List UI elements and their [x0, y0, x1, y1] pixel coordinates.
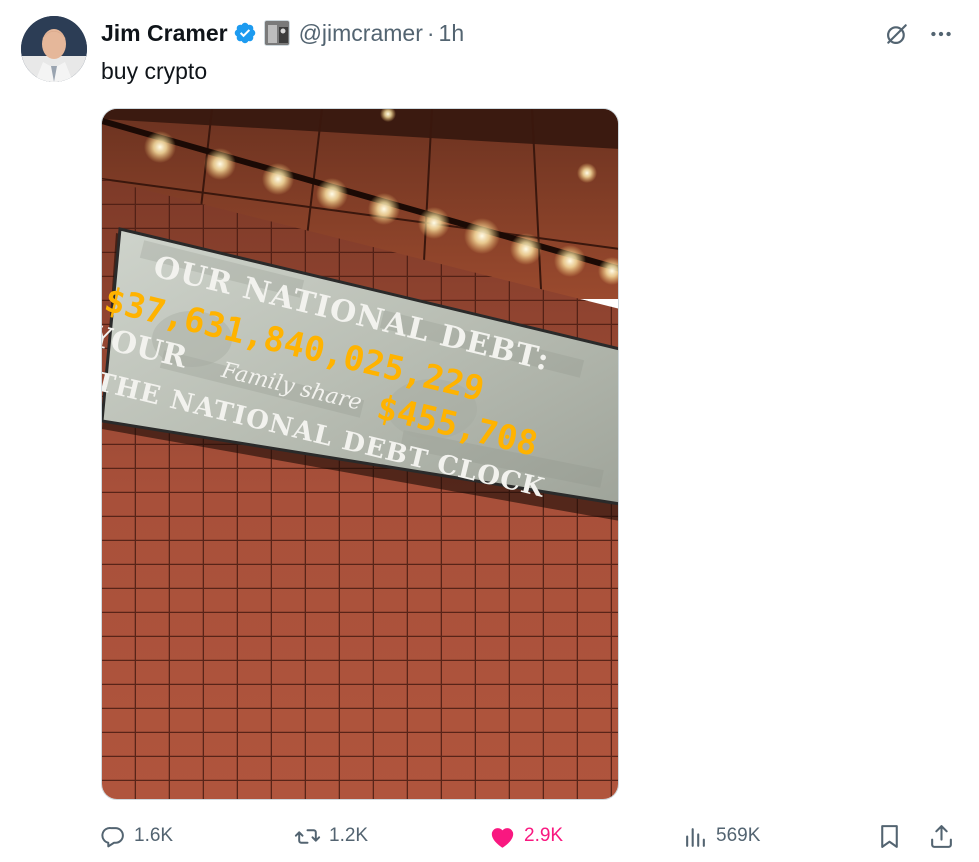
affiliation-logo-icon [264, 21, 289, 45]
reply-icon [101, 826, 124, 847]
more-icon [931, 31, 951, 37]
more-button[interactable] [922, 17, 960, 51]
bookmark-button[interactable] [877, 816, 910, 856]
views-button[interactable]: 569K [683, 816, 760, 856]
author-name[interactable]: Jim Cramer [101, 20, 228, 47]
debt-clock-photo: OUR NATIONAL DEBT: $37,631,840,025,229 Y… [102, 109, 618, 799]
verified-badge-icon[interactable] [233, 21, 257, 45]
repost-icon [294, 828, 321, 844]
like-button[interactable]: 2.9K [489, 816, 563, 856]
repost-count: 1.2K [329, 825, 369, 846]
avatar-image [21, 16, 87, 82]
tweet-header: Jim Cramer @jimcramer · 1h [101, 16, 464, 50]
tweet-media-photo[interactable]: OUR NATIONAL DEBT: $37,631,840,025,229 Y… [101, 108, 619, 800]
like-icon [491, 827, 514, 848]
author-handle[interactable]: @jimcramer [299, 20, 423, 47]
share-button[interactable] [929, 816, 962, 856]
repost-button[interactable]: 1.2K [294, 816, 368, 856]
reply-button[interactable]: 1.6K [101, 816, 173, 856]
like-count: 2.9K [524, 825, 564, 846]
header-separator: · [426, 19, 435, 46]
tweet-text: buy crypto [101, 58, 208, 84]
affiliation-badge[interactable] [263, 20, 290, 46]
views-icon [686, 827, 705, 847]
views-count: 569K [716, 825, 761, 846]
grok-button[interactable] [880, 17, 914, 51]
tweet-action-bar: 1.6K 1.2K 2.9K 569K [101, 816, 961, 856]
reply-count: 1.6K [134, 825, 174, 846]
bookmark-icon [881, 824, 898, 848]
timestamp[interactable]: 1h [439, 20, 465, 47]
grok-icon [887, 24, 907, 44]
avatar[interactable] [21, 16, 87, 82]
share-icon [931, 824, 952, 848]
